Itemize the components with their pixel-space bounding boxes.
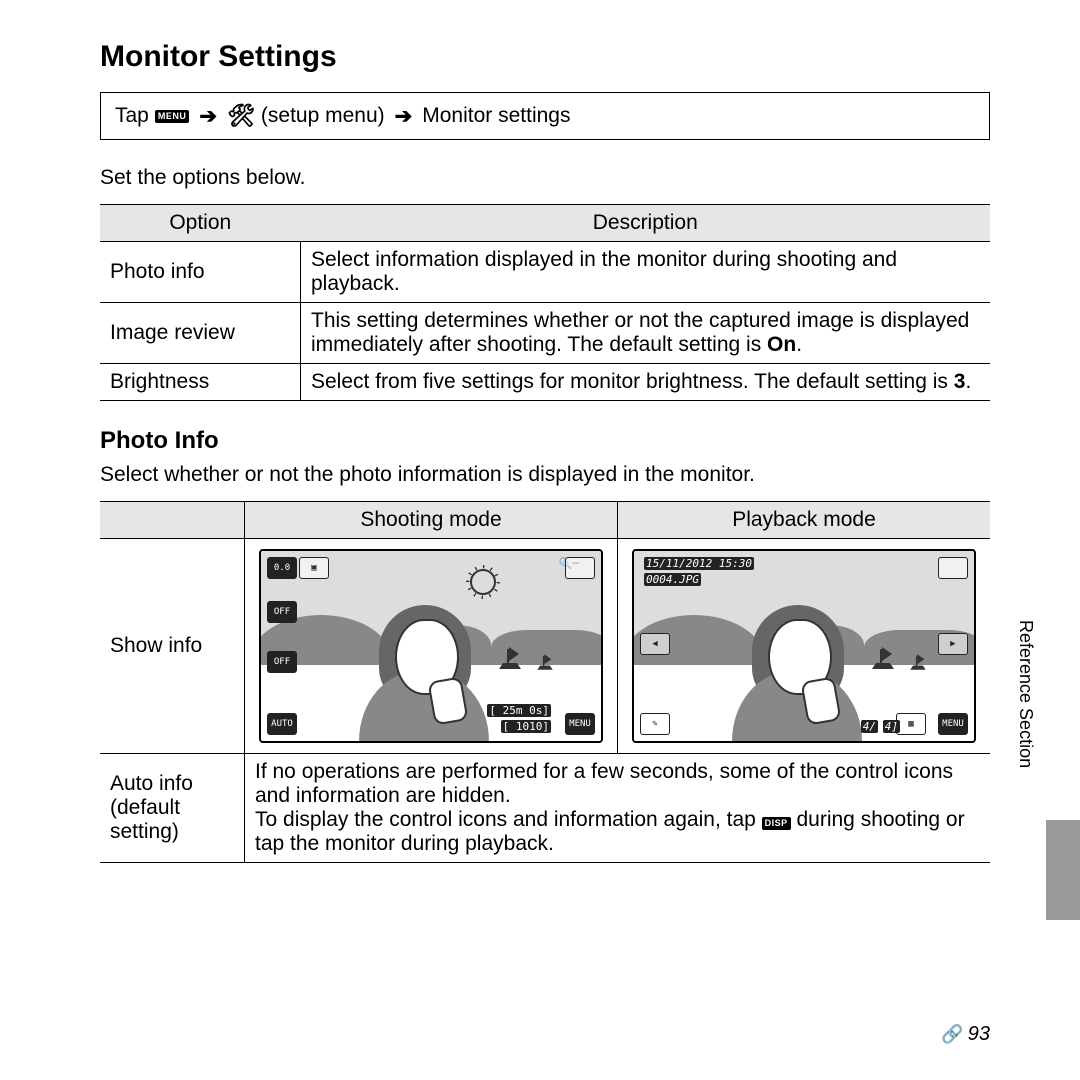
wrench-icon: 🛠	[227, 103, 255, 129]
col-option: Option	[100, 205, 301, 242]
shooting-preview: 0.0 ▣ 🔍─ OFF OFF AUTO [ 25m 0s] [ 1010] …	[259, 549, 603, 743]
person-illustration	[349, 601, 499, 743]
nav-setup-text: (setup menu)	[261, 104, 385, 128]
battery-icon	[565, 557, 595, 579]
row-show-info: Show info	[100, 539, 245, 754]
opt-image-review: Image review	[100, 303, 301, 364]
breadcrumb: Tap MENU ➔ 🛠 (setup menu) ➔ Monitor sett…	[100, 92, 990, 140]
arrow-icon: ➔	[199, 104, 217, 129]
col-description: Description	[301, 205, 991, 242]
page-number: 🔗 93	[941, 1023, 990, 1046]
play-date: 15/11/2012 15:30	[644, 557, 754, 570]
nav-prefix: Tap	[115, 104, 149, 128]
col-playback: Playback mode	[618, 502, 991, 539]
boat-icon	[499, 647, 521, 669]
menu-icon: MENU	[565, 713, 595, 735]
sun-icon	[470, 569, 496, 595]
menu-icon: MENU	[155, 110, 190, 123]
row-auto-info: Auto info (default setting)	[100, 754, 245, 863]
play-file: 0004.JPG	[644, 573, 701, 586]
nav-target: Monitor settings	[422, 104, 570, 128]
options-table: Option Description Photo info Select inf…	[100, 204, 990, 401]
boat-icon	[910, 654, 925, 669]
desc-brightness: Select from five settings for monitor br…	[301, 364, 991, 401]
side-section-label: Reference Section	[1015, 620, 1036, 768]
person-illustration	[722, 601, 872, 743]
disp-icon: DISP	[762, 817, 791, 830]
blank-header	[100, 502, 245, 539]
opt-photo-info: Photo info	[100, 242, 301, 303]
quality-icon: ▦	[896, 713, 926, 735]
flash-off-icon: OFF	[267, 601, 297, 623]
lcd-shooting: 0.0 ▣ 🔍─ OFF OFF AUTO [ 25m 0s] [ 1010] …	[245, 539, 618, 754]
boat-icon	[872, 647, 894, 669]
opt-brightness: Brightness	[100, 364, 301, 401]
menu-icon: MENU	[938, 713, 968, 735]
shots-remaining: [ 1010]	[501, 720, 551, 733]
page-title: Monitor Settings	[100, 40, 990, 74]
photo-info-sub: Select whether or not the photo informat…	[100, 463, 990, 487]
desc-image-review: This setting determines whether or not t…	[301, 303, 991, 364]
side-tab	[1046, 820, 1080, 920]
auto-info-desc: If no operations are performed for a few…	[245, 754, 991, 863]
next-icon: ▶	[938, 633, 968, 655]
play-count: 4/	[861, 720, 878, 733]
desc-photo-info: Select information displayed in the moni…	[301, 242, 991, 303]
prev-icon: ◀	[640, 633, 670, 655]
photo-info-table: Shooting mode Playback mode Show info 0.…	[100, 501, 990, 863]
auto-icon: AUTO	[267, 713, 297, 735]
arrow-icon: ➔	[395, 104, 413, 129]
playback-preview: 15/11/2012 15:30 0004.JPG ◀ ▶ ✎ MENU ▦ 4…	[632, 549, 976, 743]
col-shooting: Shooting mode	[245, 502, 618, 539]
intro-text: Set the options below.	[100, 166, 990, 190]
boat-icon	[537, 654, 552, 669]
camera-icon: ▣	[299, 557, 329, 579]
link-icon: 🔗	[941, 1024, 963, 1045]
battery-icon	[938, 557, 968, 579]
photo-info-heading: Photo Info	[100, 427, 990, 455]
edit-icon: ✎	[640, 713, 670, 735]
timer-off-icon: OFF	[267, 651, 297, 673]
play-total: 4]	[883, 720, 900, 733]
lcd-playback: 15/11/2012 15:30 0004.JPG ◀ ▶ ✎ MENU ▦ 4…	[618, 539, 991, 754]
time-remaining: [ 25m 0s]	[487, 704, 551, 717]
ev-icon: 0.0	[267, 557, 297, 579]
